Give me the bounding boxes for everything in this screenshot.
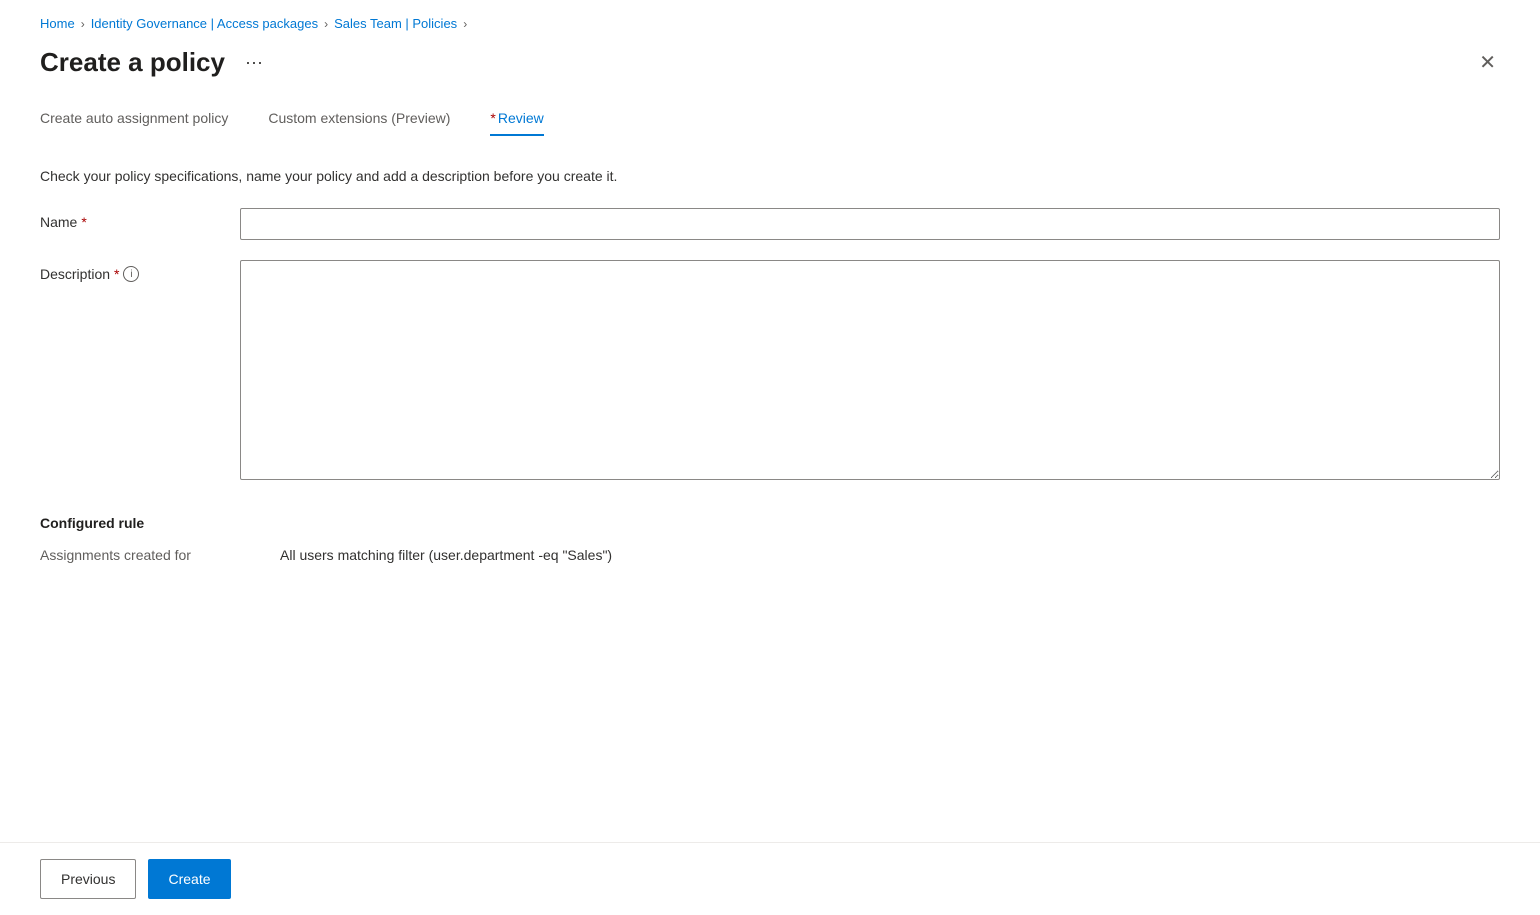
wizard-step-review[interactable]: *Review [490,110,543,136]
wizard-steps: Create auto assignment policy Custom ext… [40,110,1500,136]
name-row: Name * [40,208,1500,240]
description-label: Description * i [40,260,240,282]
breadcrumb-home[interactable]: Home [40,16,75,31]
assignments-label: Assignments created for [40,547,240,563]
name-input[interactable] [240,208,1500,240]
description-row: Description * i [40,260,1500,483]
breadcrumb: Home › Identity Governance | Access pack… [40,16,1500,31]
name-required-star: * [81,214,86,230]
page-title: Create a policy [40,47,225,78]
description-info-icon[interactable]: i [123,266,139,282]
create-button[interactable]: Create [148,859,230,899]
description-input[interactable] [240,260,1500,480]
rule-row: Assignments created for All users matchi… [40,547,1500,563]
close-button[interactable]: ✕ [1475,49,1500,77]
more-options-button[interactable]: ··· [237,48,271,77]
breadcrumb-sales-team[interactable]: Sales Team | Policies [334,16,457,31]
breadcrumb-separator-1: › [81,17,85,31]
form-description: Check your policy specifications, name y… [40,168,1500,184]
name-label: Name * [40,208,240,230]
page-header: Create a policy ··· ✕ [40,47,1500,78]
assignments-value: All users matching filter (user.departme… [280,547,612,563]
configured-rule-title: Configured rule [40,515,1500,531]
description-input-container [240,260,1500,483]
previous-button[interactable]: Previous [40,859,136,899]
footer: Previous Create [0,842,1540,915]
review-required-star: * [490,110,495,126]
configured-rule-section: Configured rule Assignments created for … [40,515,1500,563]
wizard-step-custom-extensions[interactable]: Custom extensions (Preview) [268,110,450,136]
breadcrumb-separator-3: › [463,17,467,31]
description-required-star: * [114,266,119,282]
page-title-area: Create a policy ··· [40,47,271,78]
name-input-container [240,208,1500,240]
breadcrumb-separator-2: › [324,17,328,31]
form-section: Check your policy specifications, name y… [40,168,1500,483]
wizard-step-auto-assignment[interactable]: Create auto assignment policy [40,110,228,136]
breadcrumb-identity-governance[interactable]: Identity Governance | Access packages [91,16,318,31]
